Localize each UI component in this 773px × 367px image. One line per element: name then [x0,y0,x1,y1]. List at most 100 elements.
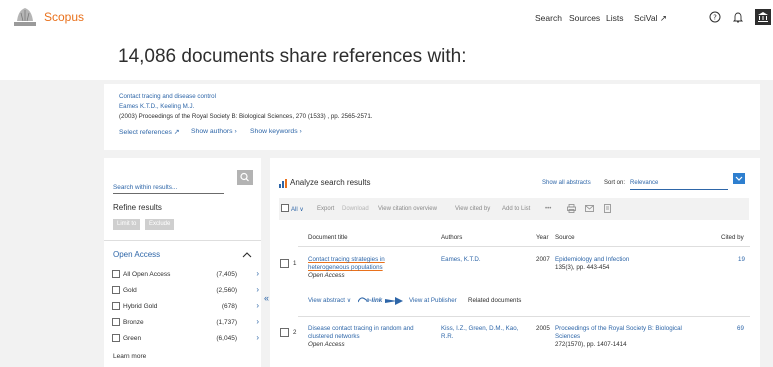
email-icon[interactable] [585,204,594,213]
authors-line: R.R. [441,333,454,340]
bell-icon[interactable] [731,10,745,24]
facet-checkbox-hybrid-gold[interactable] [112,302,120,310]
row-number: 2 [293,329,297,336]
nav-sources[interactable]: Sources [569,13,600,23]
cited-by-count-link[interactable]: 19 [738,256,745,264]
column-header-cited-by[interactable]: Cited by [721,234,744,241]
row-checkbox-1[interactable] [280,259,289,268]
bibliography-icon[interactable] [603,204,612,213]
facet-checkbox-gold[interactable] [112,286,120,294]
search-icon [240,172,249,182]
elsevier-logo-icon[interactable] [12,6,38,28]
print-icon[interactable] [567,204,576,213]
row-checkbox-2[interactable] [280,328,289,337]
elink-label: e-link [366,297,383,305]
source-details: 272(1570), pp. 1407-1414 [555,341,627,348]
source-title-link[interactable]: Epidemiology and Infection [555,256,629,264]
exclude-button[interactable]: Exclude [145,219,175,230]
select-all-label: All [291,207,298,213]
view-at-publisher-link[interactable]: View at Publisher [409,297,457,305]
refine-sidebar: Search within results... Refine results … [104,158,261,367]
reference-authors-link[interactable]: Eames K.T.D., Keeling M.J. [119,103,194,110]
show-keywords-link[interactable]: Show keywords › [250,128,302,135]
facet-chevron-right-icon[interactable]: › [256,301,259,310]
elink-button[interactable]: e-link [357,297,383,305]
facet-count: (2,560) [216,287,237,294]
column-header-source[interactable]: Source [555,234,575,241]
source-info: Epidemiology and Infection 135(3), pp. 4… [555,256,629,272]
show-authors-link[interactable]: Show authors › [191,128,237,135]
facet-count: (1,737) [216,319,237,326]
sort-value: Relevance [630,180,659,186]
open-access-facet-title[interactable]: Open Access [113,250,160,259]
select-all-checkbox[interactable] [281,204,289,212]
authors-line: Kiss, I.Z., Green, D.M., Kao, [441,325,519,332]
collapse-sidebar-icon[interactable]: « [264,293,269,303]
source-info: Proceedings of the Royal Society B: Biol… [555,325,682,349]
open-access-label: Open Access [308,341,345,348]
page-title: 14,086 documents share references with: [118,46,467,67]
more-actions-button[interactable]: ••• [545,206,551,212]
author-link[interactable]: Kiss, I.Z., Green, D.M., Kao, R.R. [441,325,518,341]
source-title-link[interactable]: Proceedings of the Royal Society B: Biol… [555,325,682,333]
facet-checkbox-bronze[interactable] [112,318,120,326]
analyze-results-link[interactable]: Analyze search results [290,178,370,187]
header-divider [298,246,750,247]
facet-chevron-right-icon[interactable]: › [256,269,259,278]
select-all-dropdown[interactable]: All ∨ [291,206,304,213]
source-title-link[interactable]: Sciences [555,333,682,341]
cited-by-count-link[interactable]: 69 [737,325,744,333]
refine-results-heading: Refine results [113,203,162,212]
limit-to-button[interactable]: Limit to [113,219,141,230]
title-line: clustered networks [308,333,360,340]
elink-arrow-icon[interactable] [385,297,403,305]
institution-icon[interactable] [755,9,771,25]
search-within-input[interactable]: Search within results... [113,182,224,194]
export-button[interactable]: Export [317,206,334,212]
column-header-title[interactable]: Document title [308,234,348,241]
sidebar-divider [104,240,261,241]
elink-swirl-icon [357,297,367,303]
citation-overview-button[interactable]: View citation overview [378,206,437,212]
show-all-abstracts-link[interactable]: Show all abstracts [542,180,591,186]
facet-label: All Open Access [123,271,171,278]
select-references-link[interactable]: Select references ↗ [119,128,179,136]
learn-more-link[interactable]: Learn more [113,353,146,360]
search-button[interactable] [237,170,253,185]
facet-chevron-right-icon[interactable]: › [256,333,259,342]
sort-dropdown-button[interactable] [733,173,745,184]
title-line: heterogeneous populations [308,264,383,271]
facet-chevron-right-icon[interactable]: › [256,317,259,326]
nav-lists[interactable]: Lists [606,13,623,23]
column-header-year[interactable]: Year [536,234,549,241]
related-documents-link[interactable]: Related documents [468,297,521,305]
title-line: Disease contact tracing in random and [308,325,414,332]
open-access-label: Open Access [308,272,345,279]
reference-title-link[interactable]: Contact tracing and disease control [119,93,216,100]
view-abstract-link[interactable]: View abstract ∨ [308,297,351,305]
nav-search[interactable]: Search [535,13,562,23]
document-title-link[interactable]: Disease contact tracing in random and cl… [308,325,414,341]
author-link[interactable]: Eames, K.T.D. [441,256,481,264]
add-to-list-button[interactable]: Add to List [502,206,530,212]
year-value: 2005 [536,325,550,332]
row-divider [298,316,750,317]
facet-count: (678) [221,303,237,310]
year-value: 2007 [536,256,550,263]
row-number: 1 [293,260,297,267]
facet-label: Hybrid Gold [123,303,158,310]
column-header-authors[interactable]: Authors [441,234,462,241]
facet-chevron-right-icon[interactable]: › [256,285,259,294]
source-details: 135(3), pp. 443-454 [555,264,610,271]
nav-scival[interactable]: SciVal ↗ [634,13,667,24]
download-button[interactable]: Download [342,206,369,212]
facet-checkbox-all-open-access[interactable] [112,270,120,278]
sort-select[interactable]: Relevance [630,180,728,190]
scopus-brand[interactable]: Scopus [44,10,84,24]
chevron-up-icon[interactable] [242,251,252,258]
facet-checkbox-green[interactable] [112,334,120,342]
question-circle-icon[interactable]: ? [708,10,722,24]
document-title-link[interactable]: Contact tracing strategies in heterogene… [308,256,385,272]
view-cited-by-button[interactable]: View cited by [455,206,490,212]
facet-count: (7,405) [216,271,237,278]
